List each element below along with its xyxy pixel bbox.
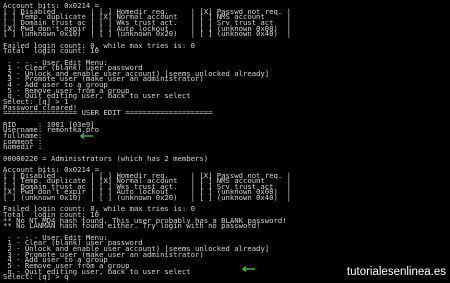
console-window[interactable]: Account bits: 0x0214 =[ ] Disabled | [ ]… (0, 0, 450, 283)
console-line: Total login count: 10 (3, 46, 99, 56)
console-line: [ ] (unknown 0x10) | [ ] (unknown 0x20) … (3, 193, 291, 203)
console-line: Select: [q] > q (3, 272, 69, 282)
console-line: ** No LANMAN hash found either. Try logi… (3, 221, 261, 231)
console-line: [ ] (unknown 0x10) | [ ] (unknown 0x20) … (3, 29, 291, 39)
watermark: tutorialesenlinea.es (346, 266, 446, 278)
green-arrow-icon (80, 133, 94, 139)
console-line: ================= USER EDIT ============… (3, 108, 213, 118)
green-arrow-icon (242, 266, 256, 272)
console-line: homedir : (3, 142, 43, 152)
console-line: 00000220 = Administrators (which has 2 m… (3, 153, 209, 163)
